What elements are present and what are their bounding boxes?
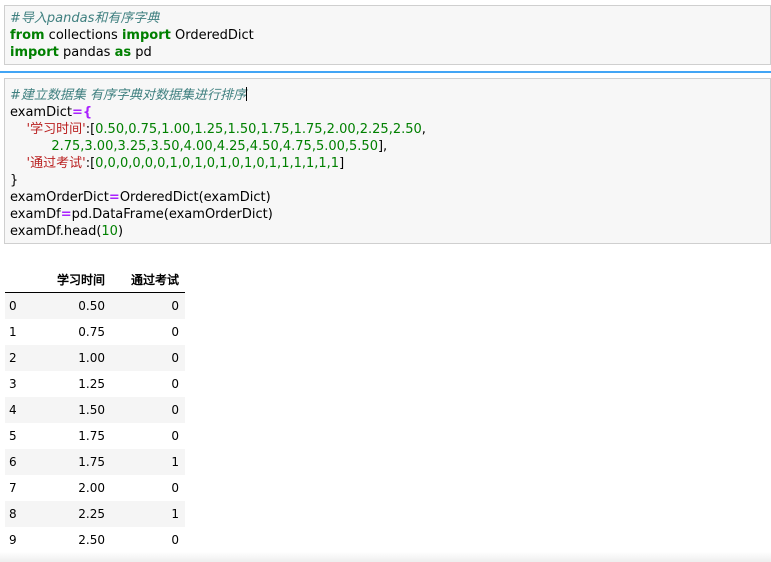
row-index: 2	[5, 345, 25, 371]
index-header	[5, 266, 25, 293]
table-row: 4 1.50 0	[5, 397, 185, 423]
keyword-import: import	[10, 45, 59, 60]
cell-study-time: 0.75	[78, 325, 105, 339]
code-token: OrderedDict	[170, 28, 254, 43]
code-comment: #导入pandas和有序字典	[10, 11, 160, 26]
keyword-as: as	[114, 45, 132, 60]
keyword-import: import	[121, 28, 171, 43]
code-token: examDf	[10, 207, 61, 222]
code-operator: =	[71, 105, 83, 120]
code-token: )	[117, 224, 124, 239]
code-token: :[	[85, 156, 96, 171]
row-index: 7	[9, 481, 17, 495]
code-token: pd	[131, 45, 152, 60]
code-operator: =	[108, 190, 120, 205]
table-row: 3 1.25 0	[5, 371, 185, 397]
code-numbers: 2.75,3.00,3.25,3.50,4.00,4.25,4.50,4.75,…	[51, 139, 378, 154]
code-operator: =	[60, 207, 72, 222]
code-token: }	[10, 173, 19, 188]
selected-cell-indicator	[0, 71, 771, 73]
cell-pass-exam: 0	[171, 377, 179, 391]
cell-study-time: 2.00	[78, 481, 105, 495]
cell-pass-exam: 0	[111, 397, 185, 423]
code-string: '学习时间'	[26, 122, 86, 137]
cell-study-time: 1.75	[25, 449, 111, 475]
code-brace: {	[82, 105, 93, 120]
code-cell-imports[interactable]: #导入pandas和有序字典 from collections import O…	[4, 5, 771, 65]
table-row: 0 0.50 0	[5, 292, 185, 319]
column-header-pass-exam: 通过考试	[111, 266, 185, 293]
row-index: 0	[5, 292, 25, 319]
code-editor-imports[interactable]: #导入pandas和有序字典 from collections import O…	[10, 10, 254, 61]
code-token: pandas	[58, 45, 115, 60]
cell-pass-exam: 0	[171, 429, 179, 443]
cell-pass-exam: 1	[111, 449, 185, 475]
table-row: 1 0.75 0	[5, 319, 185, 345]
cell-study-time: 1.00	[25, 345, 111, 371]
code-numbers: 0,0,0,0,0,0,1,0,1,0,1,0,1,0,1,1,1,1,1,1	[95, 156, 340, 171]
cell-pass-exam: 1	[111, 501, 185, 527]
row-index: 4	[5, 397, 25, 423]
cell-pass-exam: 0	[171, 481, 179, 495]
row-index: 8	[5, 501, 25, 527]
table-header-row: 学习时间 通过考试	[5, 266, 185, 293]
cell-study-time: 1.25	[78, 377, 105, 391]
table-row: 2 1.00 0	[5, 345, 185, 371]
code-token: ,	[421, 122, 426, 137]
cell-study-time: 1.50	[25, 397, 111, 423]
code-token: examDict	[10, 105, 72, 120]
code-editor-dataset[interactable]: #建立数据集 有序字典对数据集进行排序 examDict={ '学习时间':[0…	[10, 87, 426, 240]
code-token: examOrderDict	[10, 190, 109, 205]
code-token: ]	[339, 156, 345, 171]
code-cell-dataset[interactable]: #建立数据集 有序字典对数据集进行排序 examDict={ '学习时间':[0…	[4, 78, 771, 244]
code-number: 10	[101, 224, 118, 239]
table-row: 8 2.25 1	[5, 501, 185, 527]
table-row: 9 2.50 0	[5, 527, 185, 553]
code-token: OrderedDict(examDict)	[119, 190, 271, 205]
code-numbers: 0.50,0.75,1.00,1.25,1.50,1.75,1.75,2.00,…	[95, 122, 422, 137]
cell-pass-exam: 0	[111, 345, 185, 371]
cell-pass-exam: 0	[111, 292, 185, 319]
keyword-from: from	[10, 28, 45, 43]
table-row: 7 2.00 0	[5, 475, 185, 501]
cell-pass-exam: 0	[171, 325, 179, 339]
dataframe-output: 学习时间 通过考试 0 0.50 0 1 0.75 0 2 1.00 0 3 1…	[5, 266, 185, 553]
code-string: '通过考试'	[26, 156, 86, 171]
cell-study-time: 1.75	[78, 429, 105, 443]
table-row: 6 1.75 1	[5, 449, 185, 475]
cell-study-time: 2.50	[78, 533, 105, 547]
row-index: 6	[5, 449, 25, 475]
row-index: 1	[9, 325, 17, 339]
dataframe-table: 学习时间 通过考试 0 0.50 0 1 0.75 0 2 1.00 0 3 1…	[5, 266, 185, 553]
code-token: :[	[85, 122, 96, 137]
cell-pass-exam: 0	[171, 533, 179, 547]
cell-study-time: 0.50	[25, 292, 111, 319]
code-comment: #建立数据集 有序字典对数据集进行排序	[10, 88, 247, 103]
cell-study-time: 2.25	[25, 501, 111, 527]
code-token: pd.DataFrame(examOrderDict)	[71, 207, 273, 222]
bottom-shadow	[0, 552, 771, 562]
row-index: 9	[9, 533, 17, 547]
code-token: ],	[377, 139, 388, 154]
column-header-study-time: 学习时间	[25, 266, 111, 293]
code-token: collections	[44, 28, 122, 43]
row-index: 3	[9, 377, 17, 391]
table-row: 5 1.75 0	[5, 423, 185, 449]
text-cursor	[246, 87, 248, 101]
row-index: 5	[9, 429, 17, 443]
code-token: examDf.head(	[10, 224, 102, 239]
